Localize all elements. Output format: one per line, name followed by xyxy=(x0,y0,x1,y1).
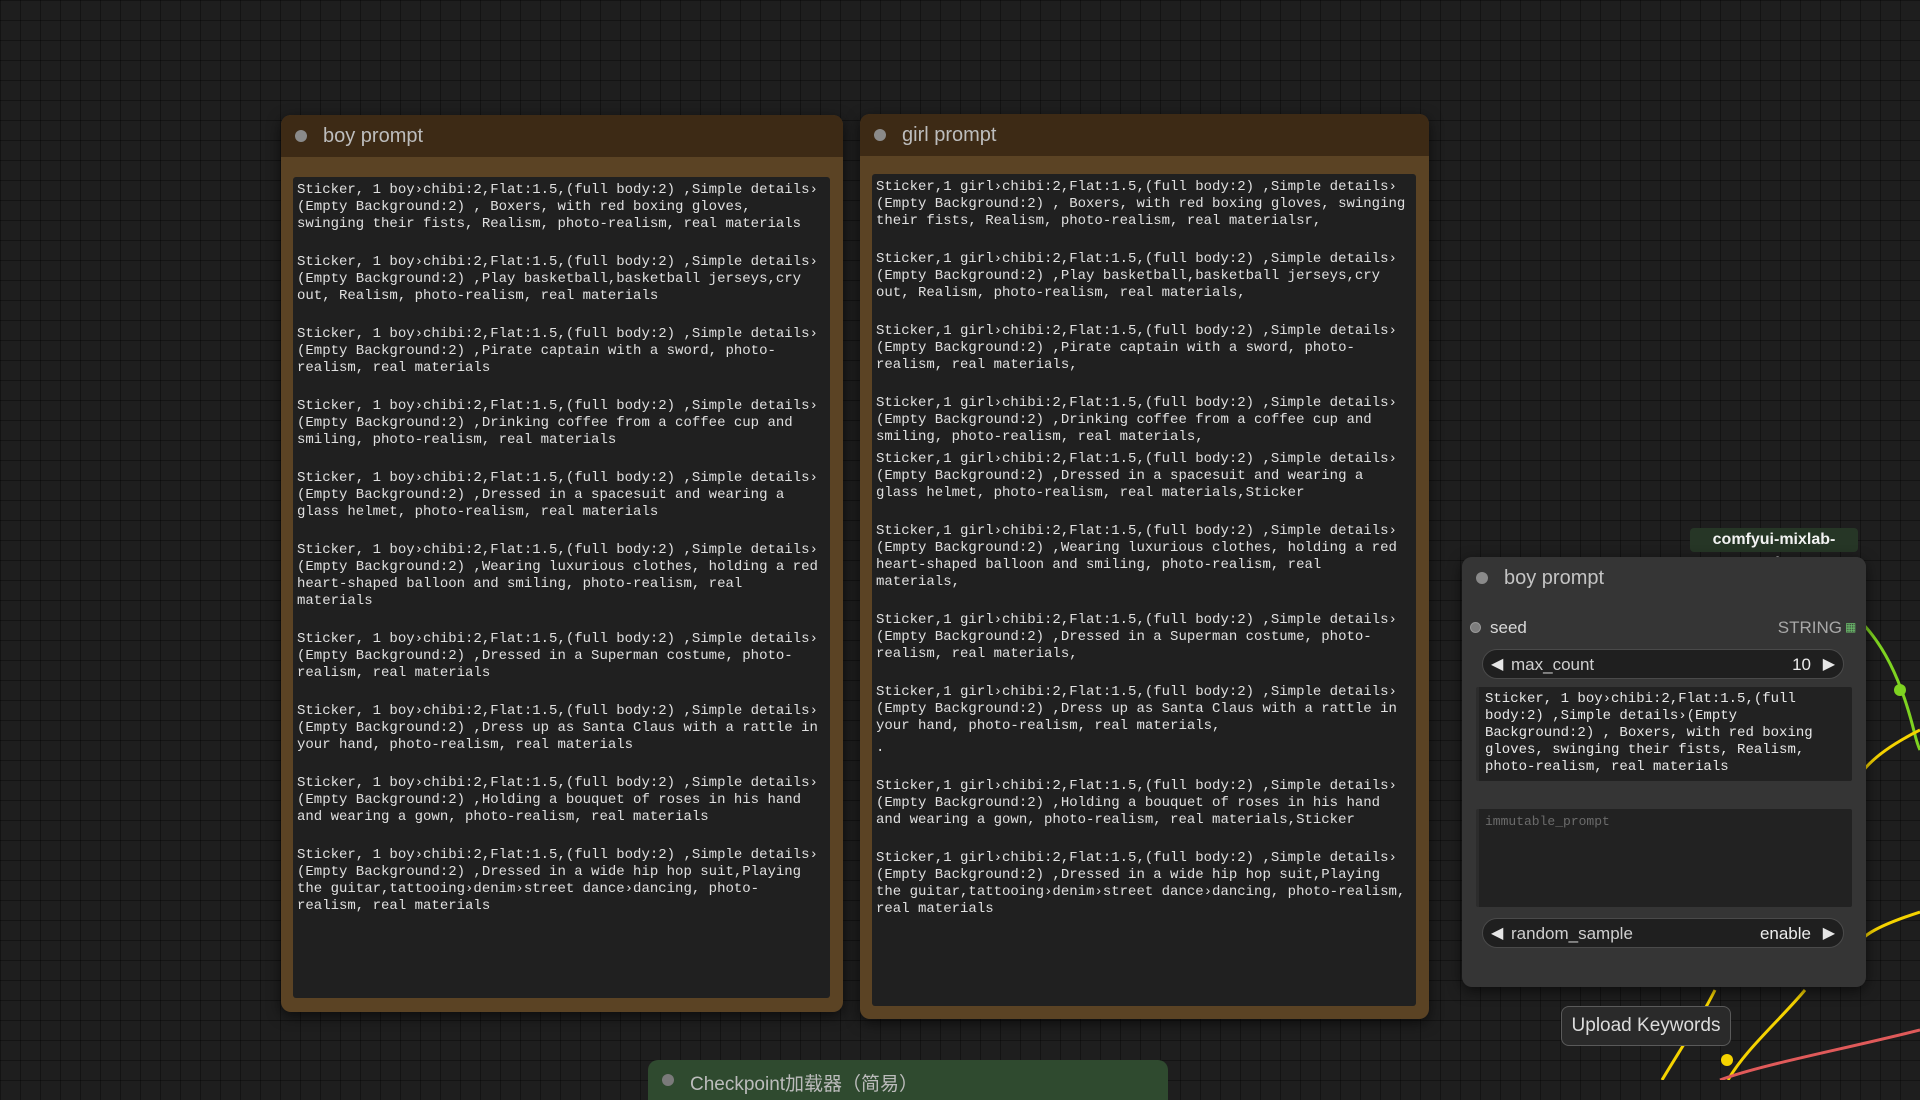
node-title: boy prompt xyxy=(1504,567,1605,589)
seed-label: seed xyxy=(1490,618,1527,637)
max-count-widget[interactable]: ◀ max_count 10 ▶ xyxy=(1482,649,1844,679)
random-sample-value: enable xyxy=(1759,924,1811,943)
increment-arrow-icon[interactable]: ▶ xyxy=(1823,923,1835,943)
collapse-dot-icon[interactable] xyxy=(874,129,886,141)
max-count-label: max_count xyxy=(1511,655,1595,674)
prompt-line: Sticker, 1 boy›chibi:2,Flat:1.5,(full bo… xyxy=(297,703,818,753)
wire-yellow-2 xyxy=(1856,910,1920,946)
prompt-line: Sticker,1 girl›chibi:2,Flat:1.5,(full bo… xyxy=(876,395,1397,445)
prompt-line: Sticker,1 girl›chibi:2,Flat:1.5,(full bo… xyxy=(876,778,1397,828)
prompt-line: Sticker, 1 boy›chibi:2,Flat:1.5,(full bo… xyxy=(297,326,818,376)
output-text[interactable]: Sticker, 1 boy›chibi:2,Flat:1.5,(full bo… xyxy=(1476,687,1852,781)
prompt-line: Sticker,1 girl›chibi:2,Flat:1.5,(full bo… xyxy=(876,451,1397,501)
prompt-line: Sticker, 1 boy›chibi:2,Flat:1.5,(full bo… xyxy=(297,847,818,914)
node-header[interactable]: girl prompt xyxy=(860,114,1429,156)
prompt-line: Sticker, 1 boy›chibi:2,Flat:1.5,(full bo… xyxy=(297,398,818,448)
prompt-textarea[interactable]: Sticker, 1 boy›chibi:2,Flat:1.5,(full bo… xyxy=(293,177,830,998)
collapse-dot-icon[interactable] xyxy=(1476,572,1488,584)
prompt-line: . xyxy=(876,740,885,756)
grid-icon: ▦ xyxy=(1845,620,1857,634)
prompt-textarea[interactable]: Sticker,1 girl›chibi:2,Flat:1.5,(full bo… xyxy=(872,174,1416,1006)
wire-green xyxy=(1856,617,1920,751)
seed-type: STRING xyxy=(1777,618,1842,637)
prompt-line: Sticker, 1 boy›chibi:2,Flat:1.5,(full bo… xyxy=(297,182,818,232)
boy-prompt-node[interactable]: boy prompt Sticker, 1 boy›chibi:2,Flat:1… xyxy=(281,115,843,1012)
random-prompt-node[interactable]: boy prompt seed STRING ▦ ◀ max_count 10 … xyxy=(1462,557,1866,987)
wire-green-knot xyxy=(1894,684,1906,696)
prompt-line: Sticker,1 girl›chibi:2,Flat:1.5,(full bo… xyxy=(876,684,1397,734)
prompt-line: Sticker,1 girl›chibi:2,Flat:1.5,(full bo… xyxy=(876,612,1397,662)
seed-input-row[interactable]: seed STRING ▦ xyxy=(1462,617,1866,639)
node-title: girl prompt xyxy=(902,124,997,146)
prompt-line: Sticker,1 girl›chibi:2,Flat:1.5,(full bo… xyxy=(876,523,1397,590)
node-header[interactable]: boy prompt xyxy=(1462,557,1866,601)
prompt-line: Sticker,1 girl›chibi:2,Flat:1.5,(full bo… xyxy=(876,850,1406,917)
wire-red xyxy=(1719,1028,1920,1080)
collapse-dot-icon[interactable] xyxy=(295,130,307,142)
max-count-value: 10 xyxy=(1792,655,1811,674)
decrement-arrow-icon[interactable]: ◀ xyxy=(1491,923,1503,943)
collapse-dot-icon[interactable] xyxy=(662,1074,674,1086)
node-header[interactable]: boy prompt xyxy=(281,115,843,157)
wire-yellow-knot xyxy=(1721,1054,1733,1066)
prompt-line: Sticker,1 girl›chibi:2,Flat:1.5,(full bo… xyxy=(876,251,1397,301)
prompt-line: Sticker,1 girl›chibi:2,Flat:1.5,(full bo… xyxy=(876,179,1406,229)
prompt-line: Sticker, 1 boy›chibi:2,Flat:1.5,(full bo… xyxy=(297,542,818,609)
decrement-arrow-icon[interactable]: ◀ xyxy=(1491,654,1503,674)
prompt-line: Sticker, 1 boy›chibi:2,Flat:1.5,(full bo… xyxy=(297,631,818,681)
input-slot-icon[interactable] xyxy=(1470,622,1481,633)
prompt-line: Sticker,1 girl›chibi:2,Flat:1.5,(full bo… xyxy=(876,323,1397,373)
checkpoint-loader-node[interactable]: Checkpoint加载器（简易） xyxy=(648,1060,1168,1100)
random-sample-label: random_sample xyxy=(1511,924,1633,943)
prompt-line: Sticker, 1 boy›chibi:2,Flat:1.5,(full bo… xyxy=(297,775,818,825)
upload-keywords-button[interactable]: Upload Keywords xyxy=(1561,1006,1731,1046)
girl-prompt-node[interactable]: girl prompt Sticker,1 girl›chibi:2,Flat:… xyxy=(860,114,1429,1019)
increment-arrow-icon[interactable]: ▶ xyxy=(1823,654,1835,674)
node-title: Checkpoint加载器（简易） xyxy=(690,1074,919,1095)
node-title: boy prompt xyxy=(323,125,424,147)
group-tag: comfyui-mixlab-nodes xyxy=(1690,528,1858,572)
random-sample-widget[interactable]: ◀ random_sample enable ▶ xyxy=(1482,918,1844,948)
wire-yellow-1 xyxy=(1858,728,1920,776)
immutable-prompt-input[interactable]: immutable_prompt xyxy=(1476,809,1852,907)
prompt-line: Sticker, 1 boy›chibi:2,Flat:1.5,(full bo… xyxy=(297,254,818,304)
prompt-line: Sticker, 1 boy›chibi:2,Flat:1.5,(full bo… xyxy=(297,470,818,520)
